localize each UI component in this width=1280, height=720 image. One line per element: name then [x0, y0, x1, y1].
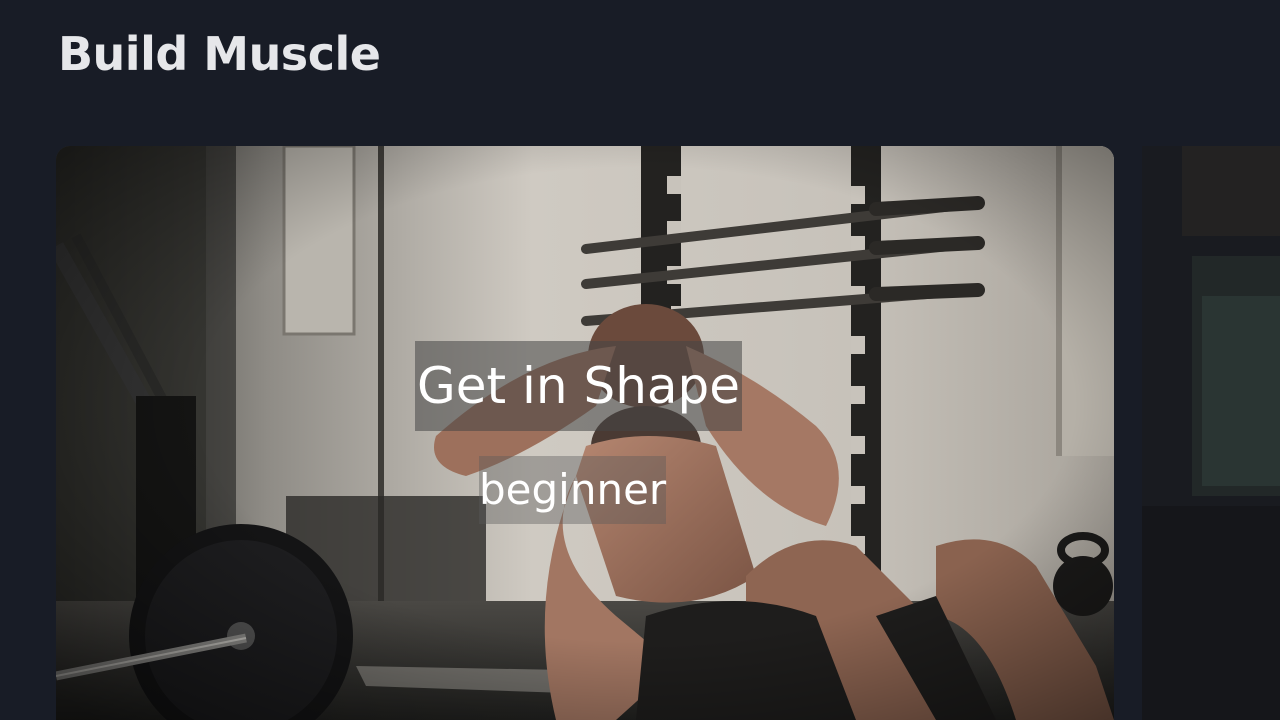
next-workout-card[interactable]	[1142, 146, 1280, 720]
workout-card-title: Get in Shape	[415, 341, 743, 431]
section-title: Build Muscle	[58, 27, 381, 81]
workout-card-level: beginner	[479, 456, 667, 524]
workout-carousel[interactable]: Get in Shape beginner	[0, 146, 1280, 720]
app-screen: Build Muscle Get in Shape beginner	[0, 0, 1280, 720]
workout-card[interactable]: Get in Shape beginner	[56, 146, 1114, 720]
next-workout-card-image	[1142, 146, 1280, 720]
workout-card-overlay: Get in Shape beginner	[56, 146, 1114, 720]
